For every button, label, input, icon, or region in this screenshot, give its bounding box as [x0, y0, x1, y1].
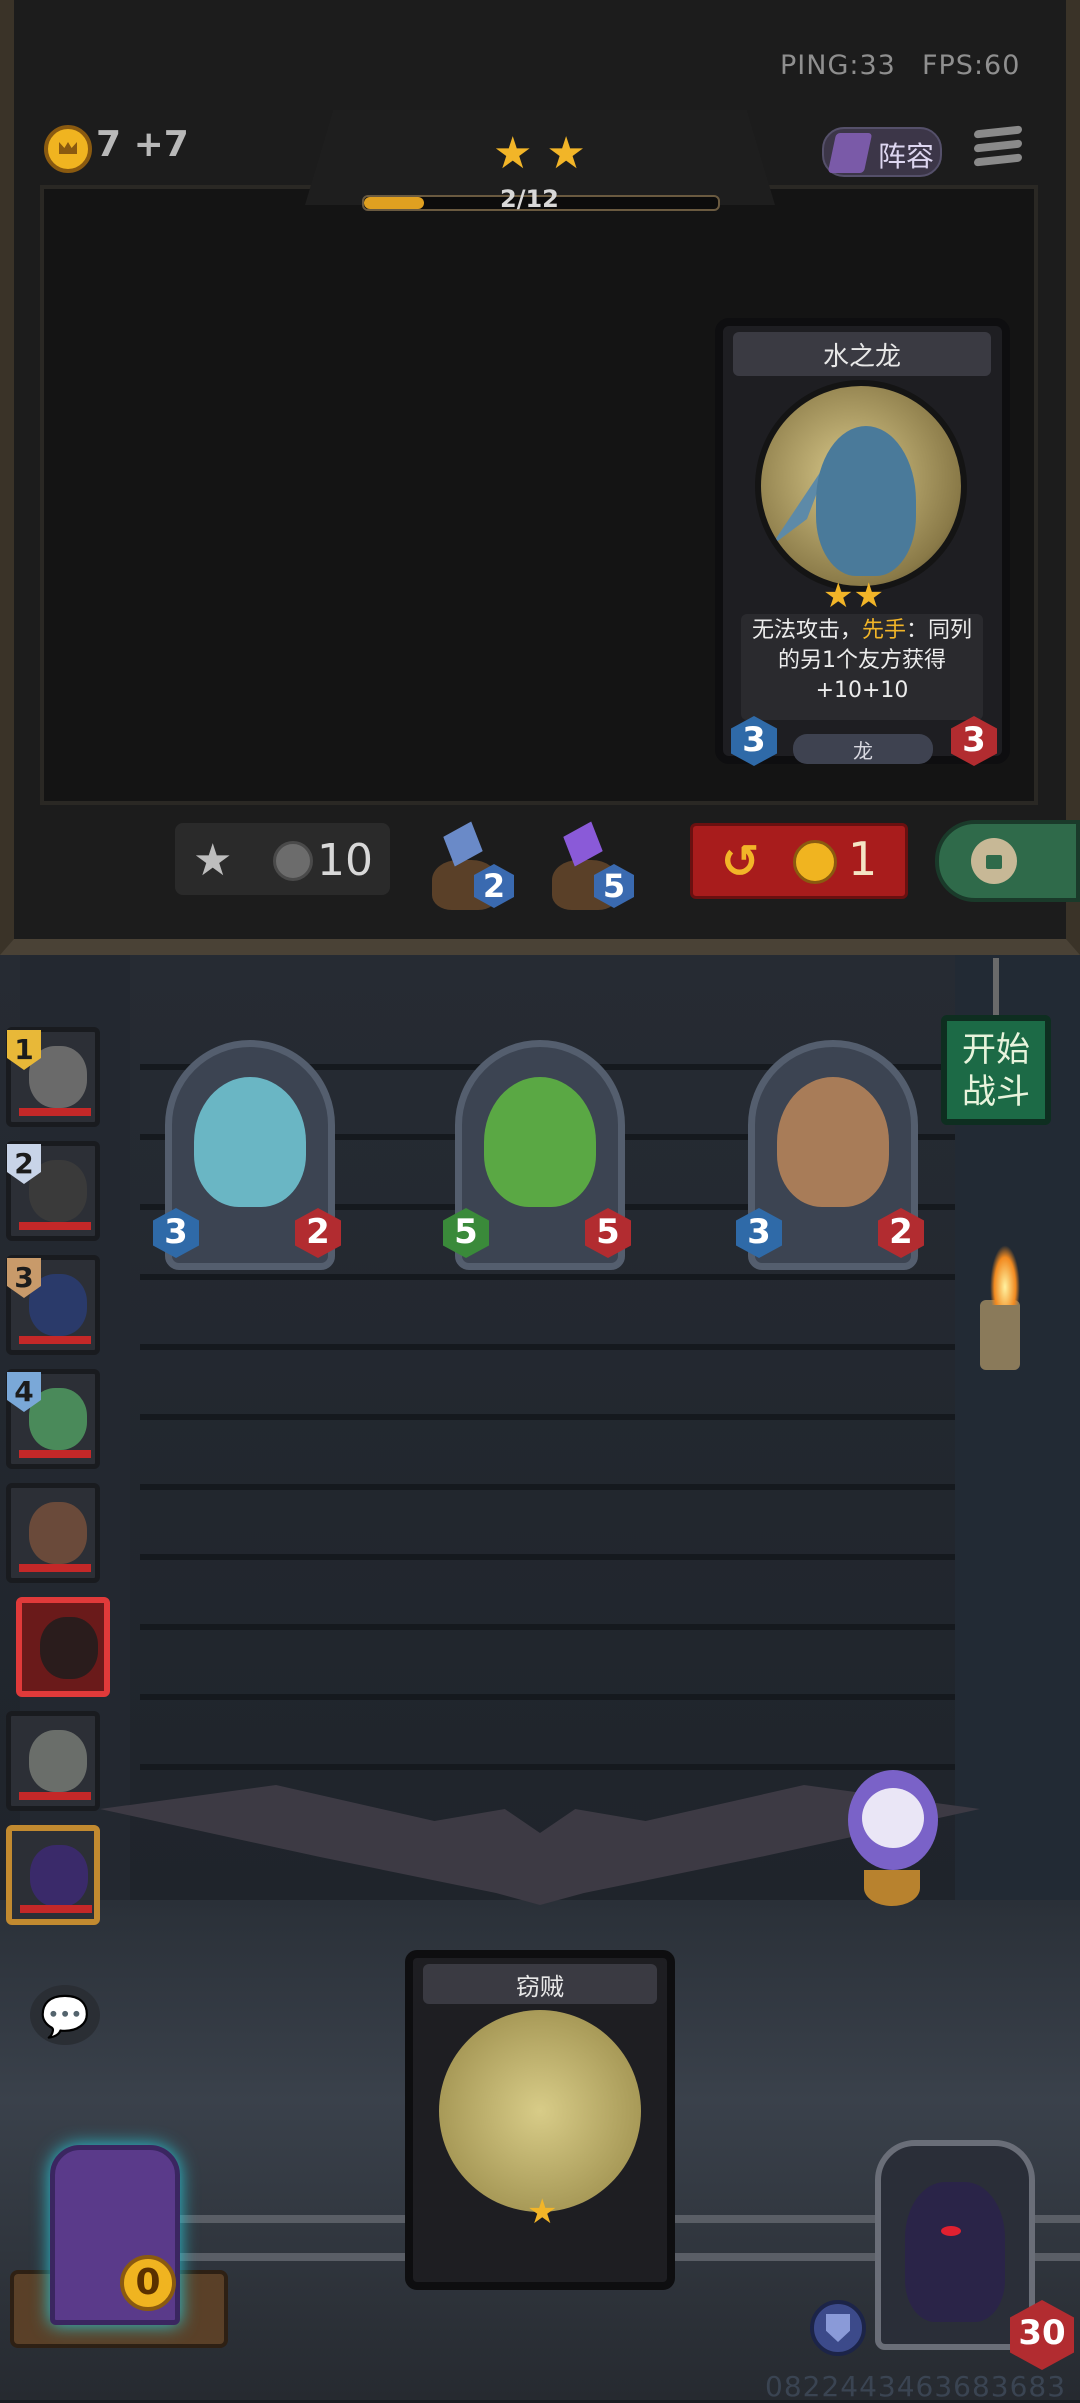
- gold-amount: 7 +7: [96, 124, 189, 165]
- minion-portrait: [777, 1077, 889, 1207]
- hero-figure: [905, 2182, 1005, 2322]
- sign-chain: [993, 958, 999, 1016]
- owl-face: [862, 1788, 924, 1848]
- card-tribe: 龙: [853, 739, 873, 763]
- torch-flame: [990, 1245, 1020, 1305]
- opponent-3[interactable]: 3: [6, 1255, 100, 1355]
- upgrade-cost: 10: [317, 835, 373, 886]
- silver-coin-icon: [273, 841, 313, 881]
- opponent-avatar: [30, 1845, 88, 1907]
- lineup-button[interactable]: 阵容: [822, 127, 942, 177]
- armor-icon[interactable]: [810, 2300, 866, 2356]
- opponent-current[interactable]: [16, 1597, 110, 1697]
- gold-coin-icon: [793, 840, 837, 884]
- opponent-2[interactable]: 2: [6, 1141, 100, 1241]
- refresh-icon: ↺: [721, 834, 760, 888]
- card-title: 水之龙: [822, 342, 901, 372]
- hero-eye: [941, 2226, 961, 2236]
- reroll-button[interactable]: ↺ 1: [690, 823, 908, 899]
- hand-card[interactable]: 窃贼 ★: [405, 1950, 675, 2290]
- torch: [980, 1300, 1020, 1370]
- opponent-1[interactable]: 1: [6, 1027, 100, 1127]
- start-battle-label: 开始战斗: [962, 1030, 1030, 1112]
- card-attack: 3: [731, 716, 777, 766]
- hand-card-star: ★: [527, 2192, 558, 2232]
- upgrade-tier-button[interactable]: ★ 10: [175, 823, 390, 895]
- opponent-health-bar: [19, 1564, 91, 1572]
- opponent-5[interactable]: [6, 1483, 100, 1583]
- card-desc-box: 无法攻击，先手：同列的另1个友方获得+10+10: [741, 614, 983, 720]
- brick-row: [140, 1700, 960, 1770]
- hand-card-title: 窃贼: [516, 1973, 564, 2001]
- hand-card-title-bar: 窃贼: [423, 1964, 657, 2004]
- dragon-figure: [816, 426, 916, 576]
- brick-row: [140, 1630, 960, 1700]
- start-battle-button[interactable]: 开始战斗: [941, 1015, 1051, 1125]
- card-stars: ★★: [823, 576, 884, 616]
- star-up-icon: ★: [193, 835, 233, 886]
- opponent-health-bar: [19, 1108, 91, 1116]
- board-minion-3[interactable]: 3 2: [736, 1040, 924, 1270]
- deck-count: 0: [120, 2255, 176, 2311]
- opponent-health-bar: [20, 1905, 92, 1913]
- hand-card-portrait: [439, 2010, 641, 2212]
- opponents-list: 1 2 3 4: [0, 1025, 110, 1945]
- book-icon: [827, 133, 873, 173]
- brick-row: [140, 1350, 960, 1420]
- purple-gem-bag[interactable]: 5: [552, 820, 634, 910]
- device-id: 0822443463683683: [765, 2370, 1067, 2403]
- freeze-button[interactable]: [935, 820, 1080, 902]
- opponent-health-bar: [19, 1222, 91, 1230]
- lineup-label: 阵容: [878, 140, 935, 173]
- opponent-avatar: [40, 1617, 98, 1679]
- xp-text: 2/12: [500, 185, 559, 213]
- chat-button[interactable]: 💬: [30, 1985, 100, 2045]
- minion-portrait: [484, 1077, 596, 1207]
- desc-keyword: 先手: [861, 618, 906, 643]
- board-minion-2[interactable]: 5 5: [443, 1040, 631, 1270]
- minion-portrait: [194, 1077, 306, 1207]
- card-portrait: [755, 380, 967, 592]
- owl-mascot[interactable]: [840, 1770, 945, 1910]
- brick-row: [140, 1420, 960, 1490]
- brick-row: [140, 1280, 960, 1350]
- brick-row: [140, 1490, 960, 1560]
- desc-part1: 无法攻击，: [751, 618, 862, 643]
- opponent-health-bar: [19, 1336, 91, 1344]
- xp-fill: [364, 197, 425, 209]
- menu-icon[interactable]: [974, 125, 1022, 176]
- board-minion-1[interactable]: 3 2: [153, 1040, 341, 1270]
- blue-gem-bag[interactable]: 2: [432, 820, 514, 910]
- opponent-7[interactable]: [6, 1711, 100, 1811]
- shop-card[interactable]: 水之龙 ★★ 无法攻击，先手：同列的另1个友方获得+10+10 龙 3 3: [715, 318, 1010, 766]
- opponent-avatar: [29, 1730, 87, 1792]
- opponent-health-bar: [19, 1792, 91, 1800]
- ping-text: PING:33: [780, 50, 896, 81]
- opponent-health-bar: [19, 1450, 91, 1458]
- gold-coin-icon: [44, 125, 92, 173]
- opponent-4[interactable]: 4: [6, 1369, 100, 1469]
- chat-icon: 💬: [40, 1994, 90, 2040]
- brick-row: [140, 1560, 960, 1630]
- card-tribe-bar: 龙: [793, 734, 933, 764]
- tier-stars: ★ ★: [493, 128, 586, 179]
- reroll-cost: 1: [848, 832, 878, 886]
- lock-icon: [971, 838, 1017, 884]
- card-description: 无法攻击，先手：同列的另1个友方获得+10+10: [741, 616, 983, 706]
- opponent-avatar: [29, 1502, 87, 1564]
- owl-basket: [864, 1870, 920, 1906]
- card-health: 3: [951, 716, 997, 766]
- fps-text: FPS:60: [922, 50, 1021, 81]
- opponent-self[interactable]: [6, 1825, 100, 1925]
- card-title-bar: 水之龙: [733, 332, 991, 376]
